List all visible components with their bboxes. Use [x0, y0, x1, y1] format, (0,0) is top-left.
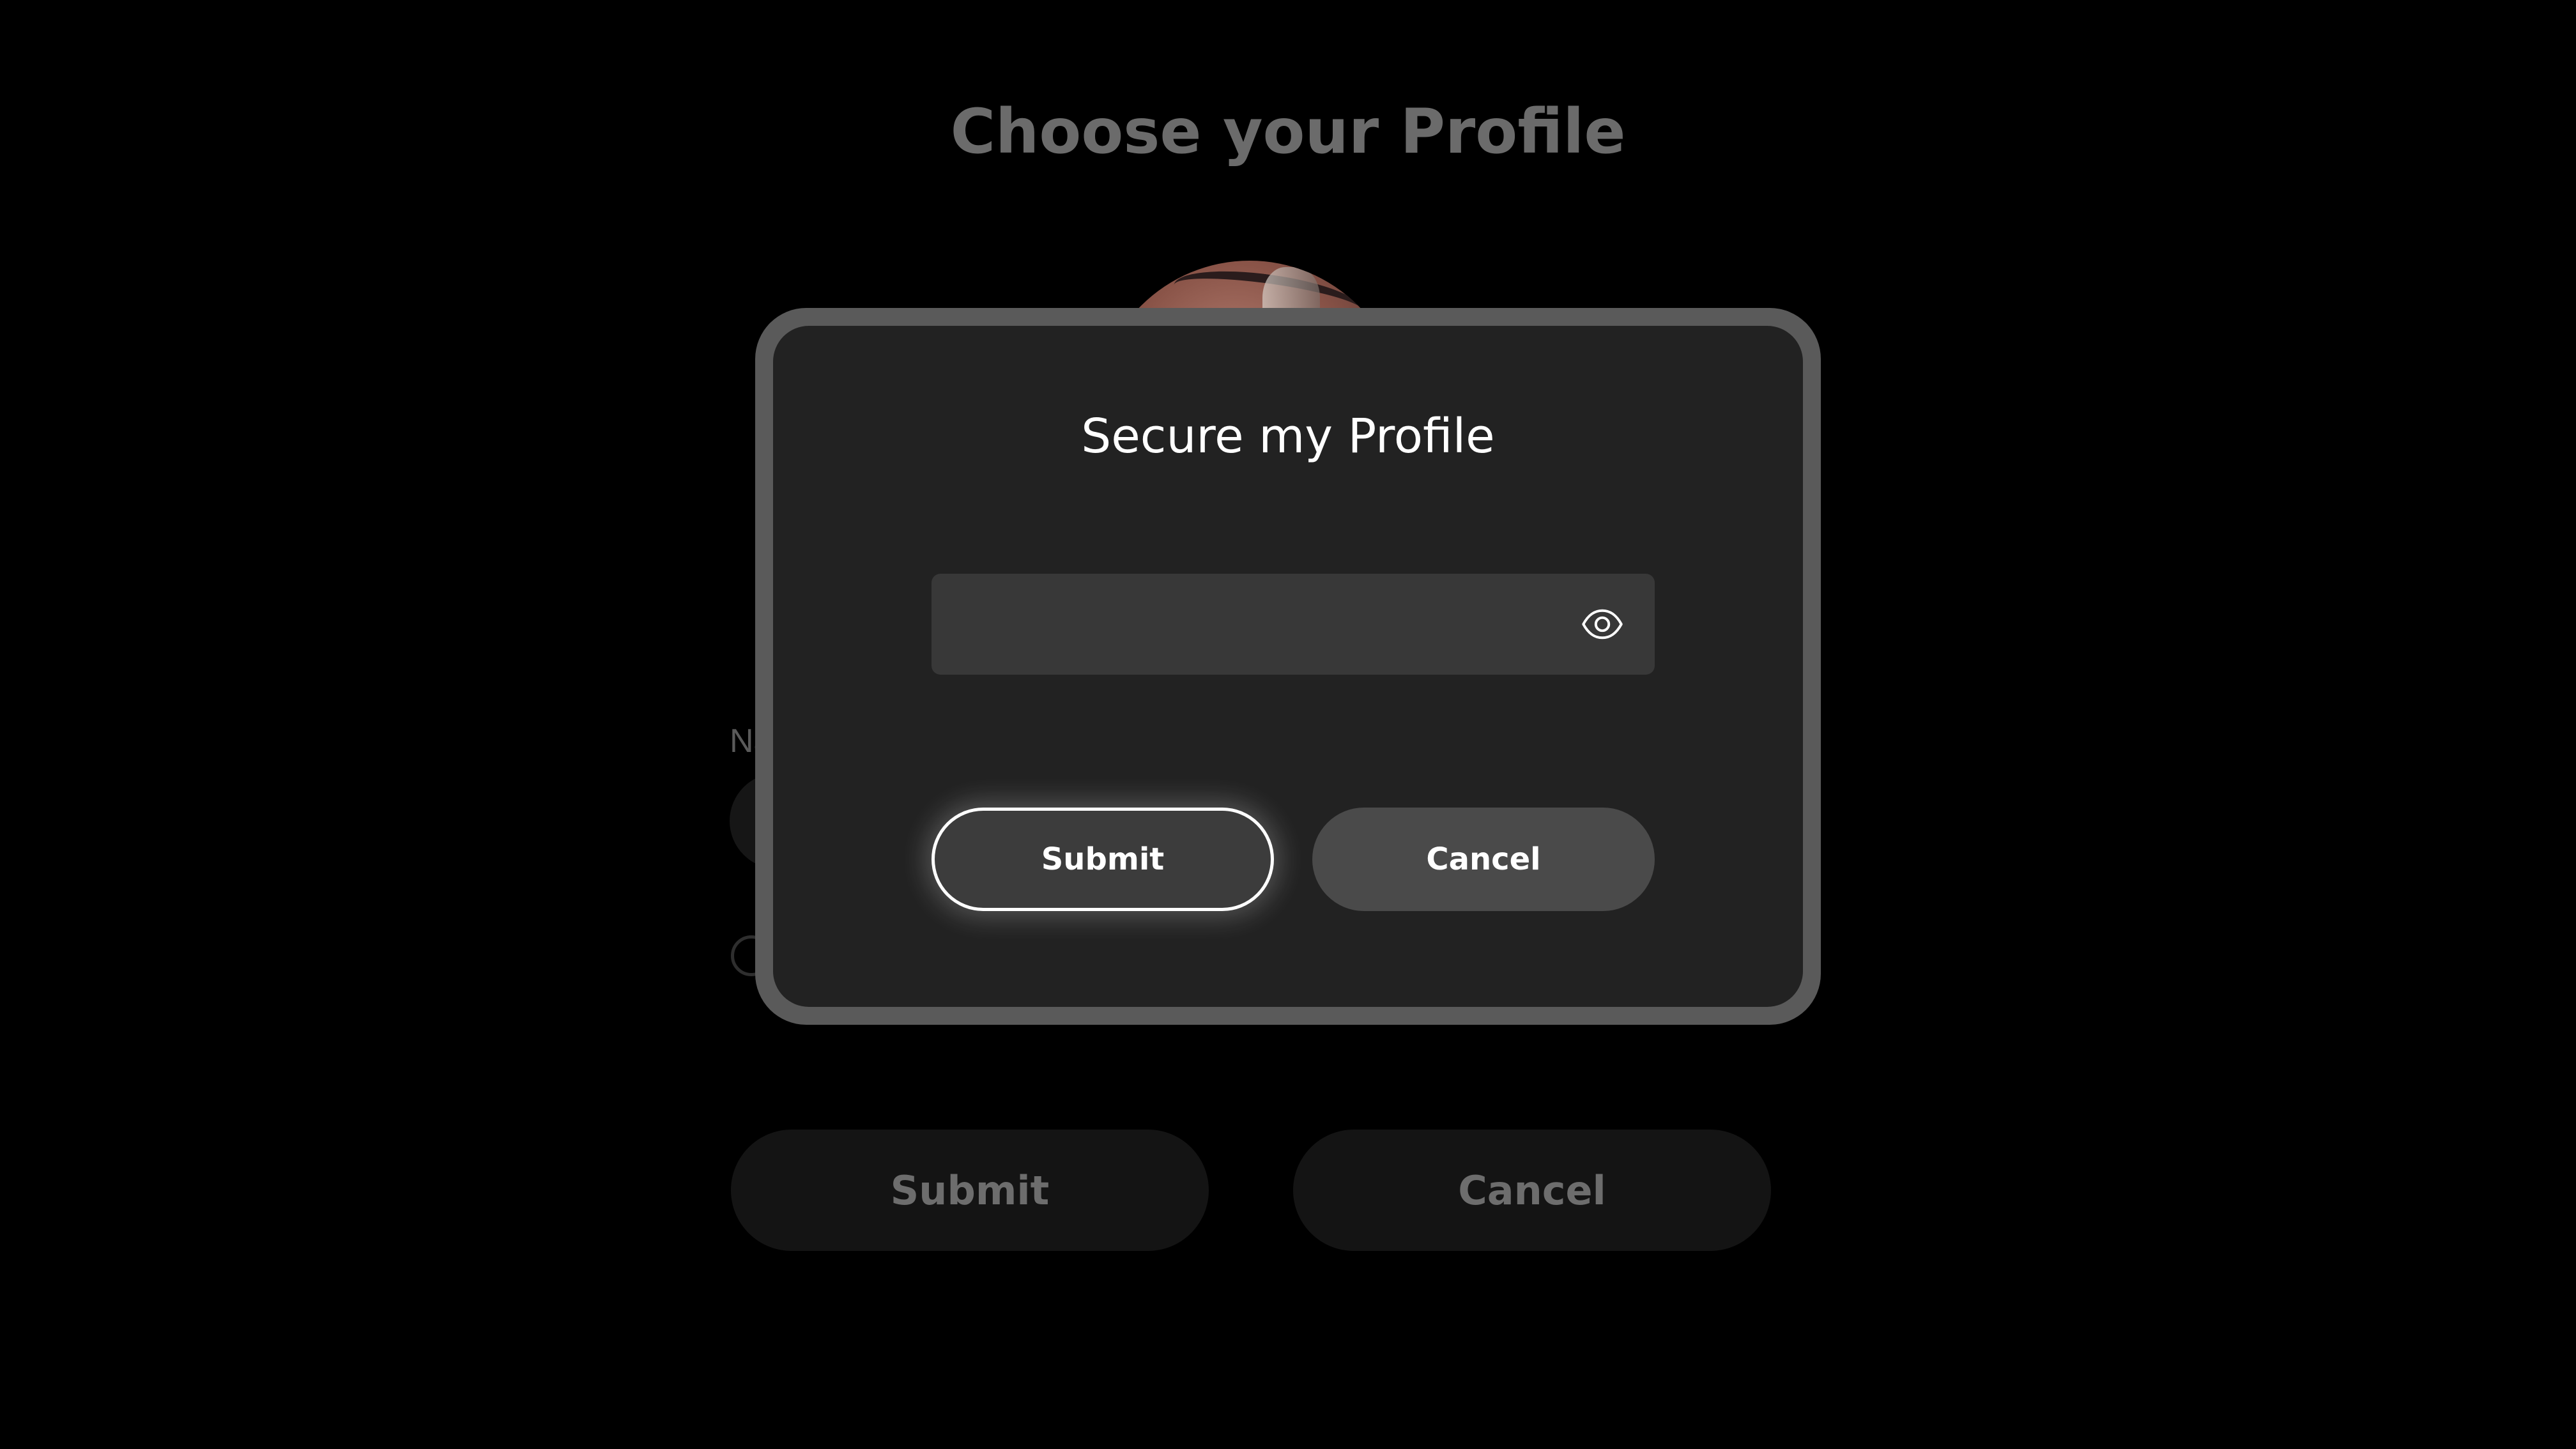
dialog-title: Secure my Profile [1081, 409, 1495, 464]
secure-profile-dialog-frame: Secure my Profile Submit Cancel [755, 308, 1821, 1025]
submit-button[interactable]: Submit [931, 808, 1274, 911]
eye-icon[interactable] [1581, 602, 1624, 646]
password-input[interactable] [931, 574, 1545, 675]
background-submit-button: Submit [731, 1130, 1209, 1251]
password-field [931, 574, 1655, 675]
page-title: Choose your Profile [950, 96, 1626, 167]
cancel-button[interactable]: Cancel [1312, 808, 1655, 911]
secure-profile-dialog: Secure my Profile Submit Cancel [773, 326, 1803, 1007]
background-cancel-button: Cancel [1293, 1130, 1771, 1251]
